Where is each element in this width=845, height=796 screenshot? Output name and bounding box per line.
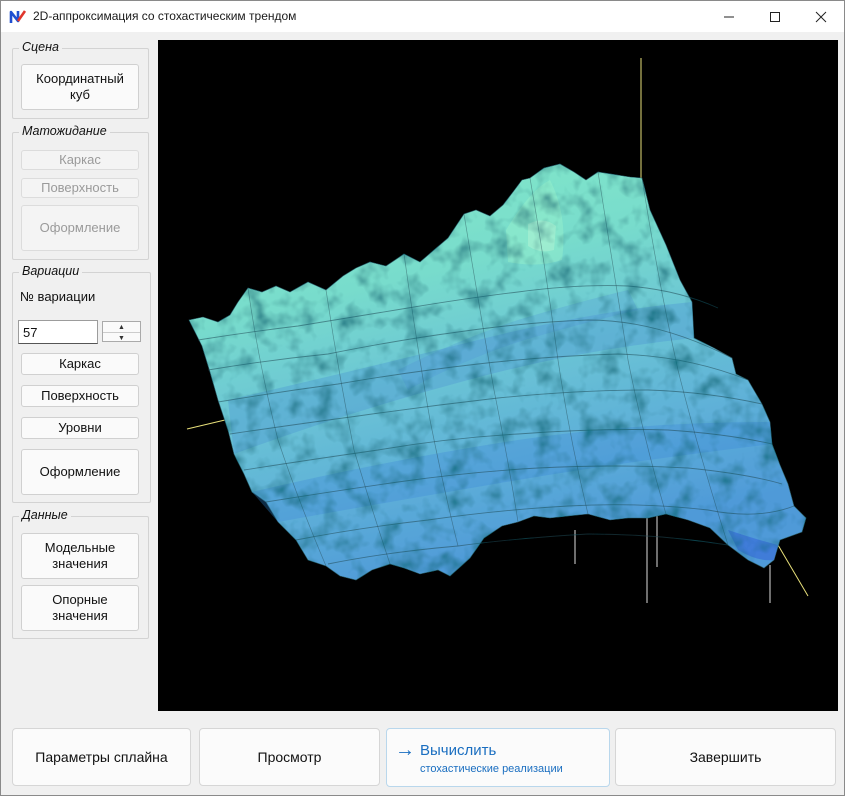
compute-sub-label: стохастические реализации <box>420 763 563 775</box>
finish-button[interactable]: Завершить <box>615 728 836 786</box>
coordinate-cube-button[interactable]: Координатный куб <box>21 64 139 110</box>
variation-style-button[interactable]: Оформление <box>21 449 139 495</box>
close-icon <box>815 11 827 22</box>
compute-button[interactable]: → Вычислить стохастические реализации <box>386 728 610 787</box>
expectation-style-button[interactable]: Оформление <box>21 205 139 251</box>
app-logo-icon <box>9 10 27 23</box>
stochastic-surface <box>188 163 807 581</box>
expectation-legend: Матожидание <box>19 124 110 138</box>
variation-levels-button[interactable]: Уровни <box>21 417 139 439</box>
maximize-button[interactable] <box>752 1 798 32</box>
scene-legend: Сцена <box>19 40 62 54</box>
model-values-button[interactable]: Модельные значения <box>21 533 139 579</box>
spin-up-icon[interactable]: ▲ <box>103 322 140 333</box>
y-axis-line <box>777 544 809 597</box>
3d-viewport[interactable] <box>158 40 838 711</box>
variation-number-input[interactable] <box>18 320 98 344</box>
compute-main-label: Вычислить <box>420 742 497 759</box>
close-button[interactable] <box>798 1 844 32</box>
surface-plot <box>186 58 809 603</box>
spline-params-button[interactable]: Параметры сплайна <box>12 728 191 786</box>
maximize-icon <box>770 11 780 22</box>
minimize-icon <box>724 16 734 17</box>
title-bar: 2D-аппроксимация со стохастическим тренд… <box>1 1 844 32</box>
variation-surface-button[interactable]: Поверхность <box>21 385 139 407</box>
variations-legend: Вариации <box>19 264 83 278</box>
variation-number-label: № вариации <box>20 289 96 304</box>
arrow-right-icon: → <box>395 739 415 761</box>
spin-down-icon[interactable]: ▼ <box>103 333 140 343</box>
minimize-button[interactable] <box>706 1 752 32</box>
variation-number-spinner[interactable]: ▲ ▼ <box>102 321 141 342</box>
expectation-surface-button[interactable]: Поверхность <box>21 178 139 198</box>
preview-button[interactable]: Просмотр <box>199 728 380 786</box>
expectation-frame-button[interactable]: Каркас <box>21 150 139 170</box>
window-title: 2D-аппроксимация со стохастическим тренд… <box>33 9 297 23</box>
variation-frame-button[interactable]: Каркас <box>21 353 139 375</box>
app-window: 2D-аппроксимация со стохастическим тренд… <box>0 0 845 796</box>
data-legend: Данные <box>19 508 71 522</box>
reference-values-button[interactable]: Опорные значения <box>21 585 139 631</box>
